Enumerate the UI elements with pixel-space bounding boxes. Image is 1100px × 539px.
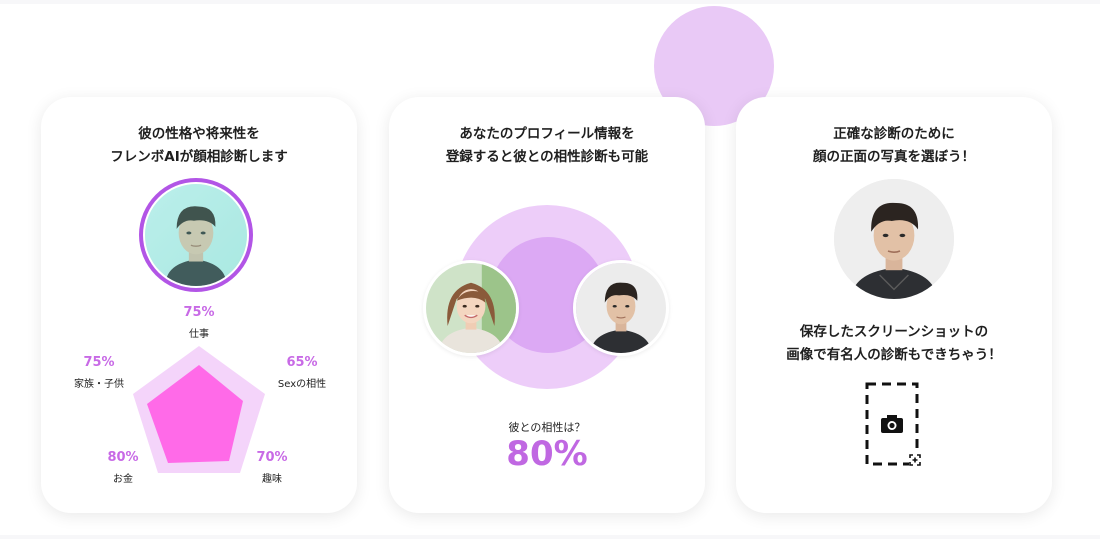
card-title-line: 正確な診断のために bbox=[833, 126, 955, 142]
male-face-icon bbox=[834, 179, 954, 299]
page: 彼の性格や将来性を フレンボAIが顔相診断します 75% 仕事 65% Sexの… bbox=[0, 0, 1100, 539]
card-title-line: 登録すると彼との相性診断も可能 bbox=[445, 149, 649, 165]
compatibility-score: 80% bbox=[506, 434, 588, 474]
feature-card-photo-tips: 正確な診断のために 顔の正面の写真を選ぼう！ 保存したスクリーンショットの 画像… bbox=[736, 97, 1052, 513]
feature-card-face-reading: 彼の性格や将来性を フレンボAIが顔相診断します 75% 仕事 65% Sexの… bbox=[41, 97, 357, 513]
radar-label-money: お金 bbox=[113, 474, 133, 485]
face-photo-icon bbox=[145, 184, 247, 286]
screenshot-camera-icon bbox=[865, 382, 921, 466]
radar-value-work: 75% bbox=[183, 305, 215, 320]
card-title: 正確な診断のために 顔の正面の写真を選ぼう！ bbox=[736, 123, 1052, 169]
radar-label-work: 仕事 bbox=[189, 329, 209, 340]
card-title-line: 顔の正面の写真を選ぼう！ bbox=[813, 149, 975, 165]
front-face-example-photo bbox=[834, 179, 954, 299]
radar-label-family: 家族・子供 bbox=[74, 379, 124, 390]
screenshot-hint-text: 保存したスクリーンショットの 画像で有名人の診断もできちゃう！ bbox=[736, 321, 1052, 367]
card-title-line: フレンボAIが顔相診断します bbox=[110, 149, 288, 165]
compatibility-label: 彼との相性は？ bbox=[508, 421, 586, 434]
hint-line: 保存したスクリーンショットの bbox=[799, 324, 989, 340]
radar-value-sex: 65% bbox=[286, 355, 318, 370]
card-title: あなたのプロフィール情報を 登録すると彼との相性診断も可能 bbox=[389, 123, 705, 169]
radar-value-hobby: 70% bbox=[256, 450, 288, 465]
radar-label-sex: Sexの相性 bbox=[277, 379, 327, 390]
personality-radar-chart: 75% 仕事 65% Sexの相性 70% 趣味 80% お金 75% 家族・子… bbox=[41, 297, 357, 513]
card-title-line: 彼の性格や将来性を bbox=[138, 126, 260, 142]
feature-card-compatibility: あなたのプロフィール情報を 登録すると彼との相性診断も可能 彼との相性は？ 80… bbox=[389, 97, 705, 513]
radar-value-money: 80% bbox=[107, 450, 139, 465]
female-face-icon bbox=[426, 263, 516, 353]
radar-label-hobby: 趣味 bbox=[262, 474, 282, 485]
hint-line: 画像で有名人の診断もできちゃう！ bbox=[786, 347, 1002, 363]
analyzed-face-avatar bbox=[139, 178, 253, 292]
user-avatar bbox=[423, 260, 519, 356]
male-face-icon bbox=[576, 263, 666, 353]
partner-avatar bbox=[573, 260, 669, 356]
card-title-line: あなたのプロフィール情報を bbox=[459, 126, 635, 142]
card-title: 彼の性格や将来性を フレンボAIが顔相診断します bbox=[41, 123, 357, 169]
radar-value-family: 75% bbox=[83, 355, 115, 370]
